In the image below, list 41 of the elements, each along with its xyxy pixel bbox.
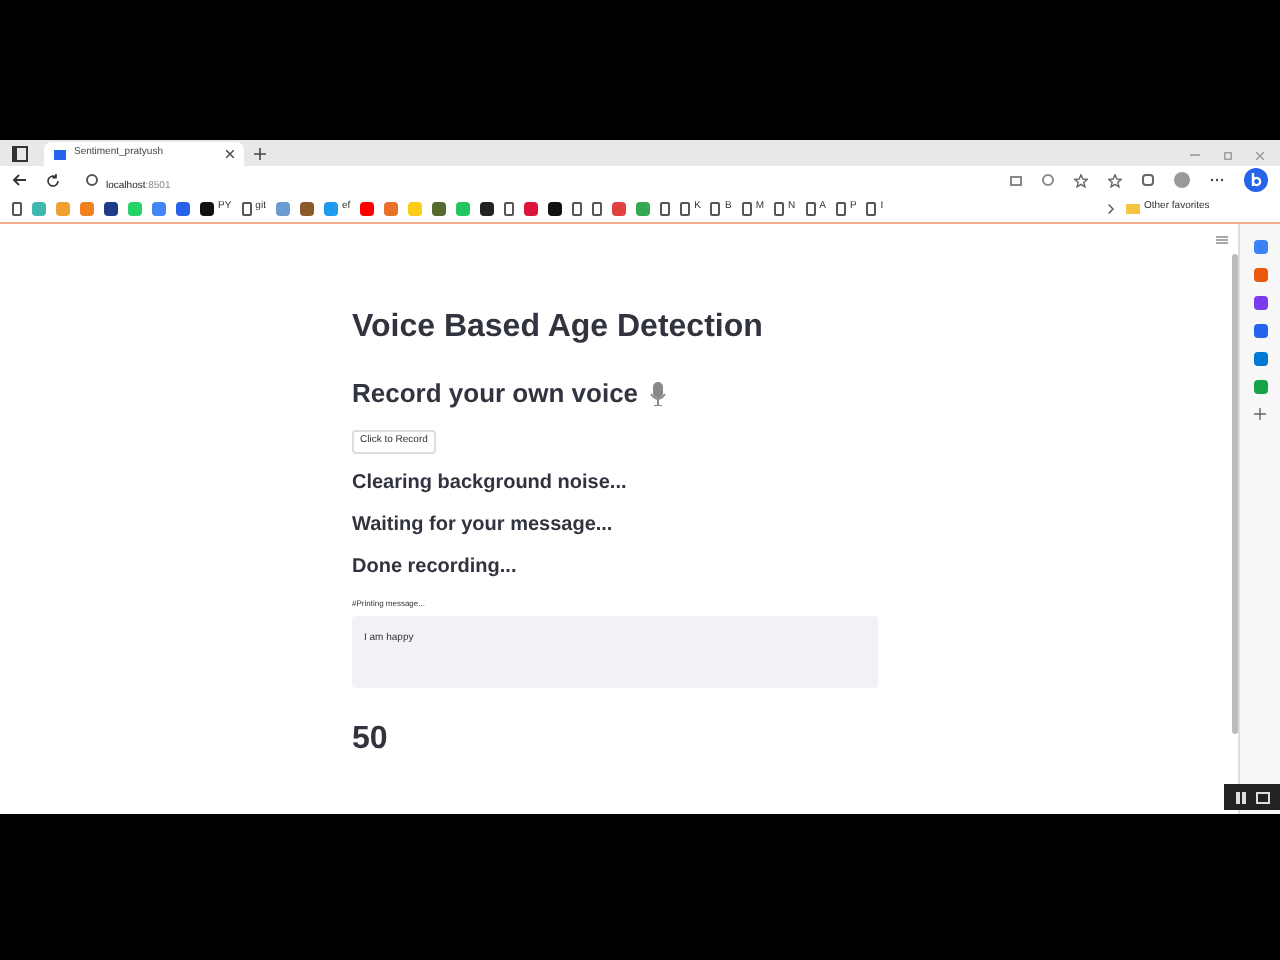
- sidebar-app-icon[interactable]: [1253, 324, 1267, 338]
- status-message: Waiting for your message...: [352, 512, 615, 540]
- new-tab-icon[interactable]: [254, 148, 266, 160]
- refresh-icon[interactable]: [46, 173, 60, 187]
- back-icon[interactable]: [12, 174, 26, 186]
- tab-favicon-icon: [54, 149, 66, 159]
- page-icon[interactable]: [710, 201, 721, 215]
- sidebar-app-icon[interactable]: [1253, 352, 1267, 366]
- add-icon[interactable]: [1254, 408, 1266, 420]
- microphone-icon: [650, 382, 667, 406]
- status-message: Done recording...: [352, 554, 519, 582]
- tab-actions-icon[interactable]: [12, 146, 28, 162]
- sidebar-app-icon[interactable]: [1253, 296, 1267, 310]
- chevron-icon[interactable]: [1108, 203, 1114, 213]
- page-icon[interactable]: [835, 201, 846, 215]
- page-title: Voice Based Age Detection: [352, 308, 765, 348]
- pause-icon[interactable]: [1235, 791, 1245, 803]
- bing-icon[interactable]: [1244, 168, 1268, 192]
- page-icon[interactable]: [773, 201, 784, 215]
- bookmark-icon[interactable]: [104, 201, 118, 215]
- bookmark-icon[interactable]: [548, 201, 563, 215]
- section-header: Record your own voice: [352, 378, 639, 410]
- page-icon[interactable]: [866, 201, 877, 215]
- bookmark-icon[interactable]: [200, 201, 214, 215]
- sidebar-app-icon[interactable]: [1253, 380, 1267, 394]
- page-icon[interactable]: [504, 201, 515, 215]
- screen-icon[interactable]: [1255, 791, 1269, 803]
- folder-icon: [1126, 203, 1140, 213]
- sidebar-app-icon[interactable]: [1253, 240, 1267, 254]
- page-icon[interactable]: [741, 201, 752, 215]
- bookmark-icon[interactable]: [480, 201, 495, 215]
- close-icon[interactable]: [226, 150, 234, 158]
- page-icon[interactable]: [12, 201, 22, 215]
- status-message: Clearing background noise...: [352, 470, 629, 498]
- page-icon[interactable]: [805, 201, 816, 215]
- profile-avatar[interactable]: [1174, 172, 1190, 188]
- result-value: 50: [352, 720, 390, 760]
- star-icon[interactable]: [1074, 173, 1088, 187]
- page-icon[interactable]: [241, 201, 252, 215]
- sidebar-app-icon[interactable]: [1253, 268, 1267, 282]
- star-icon[interactable]: [1108, 173, 1122, 187]
